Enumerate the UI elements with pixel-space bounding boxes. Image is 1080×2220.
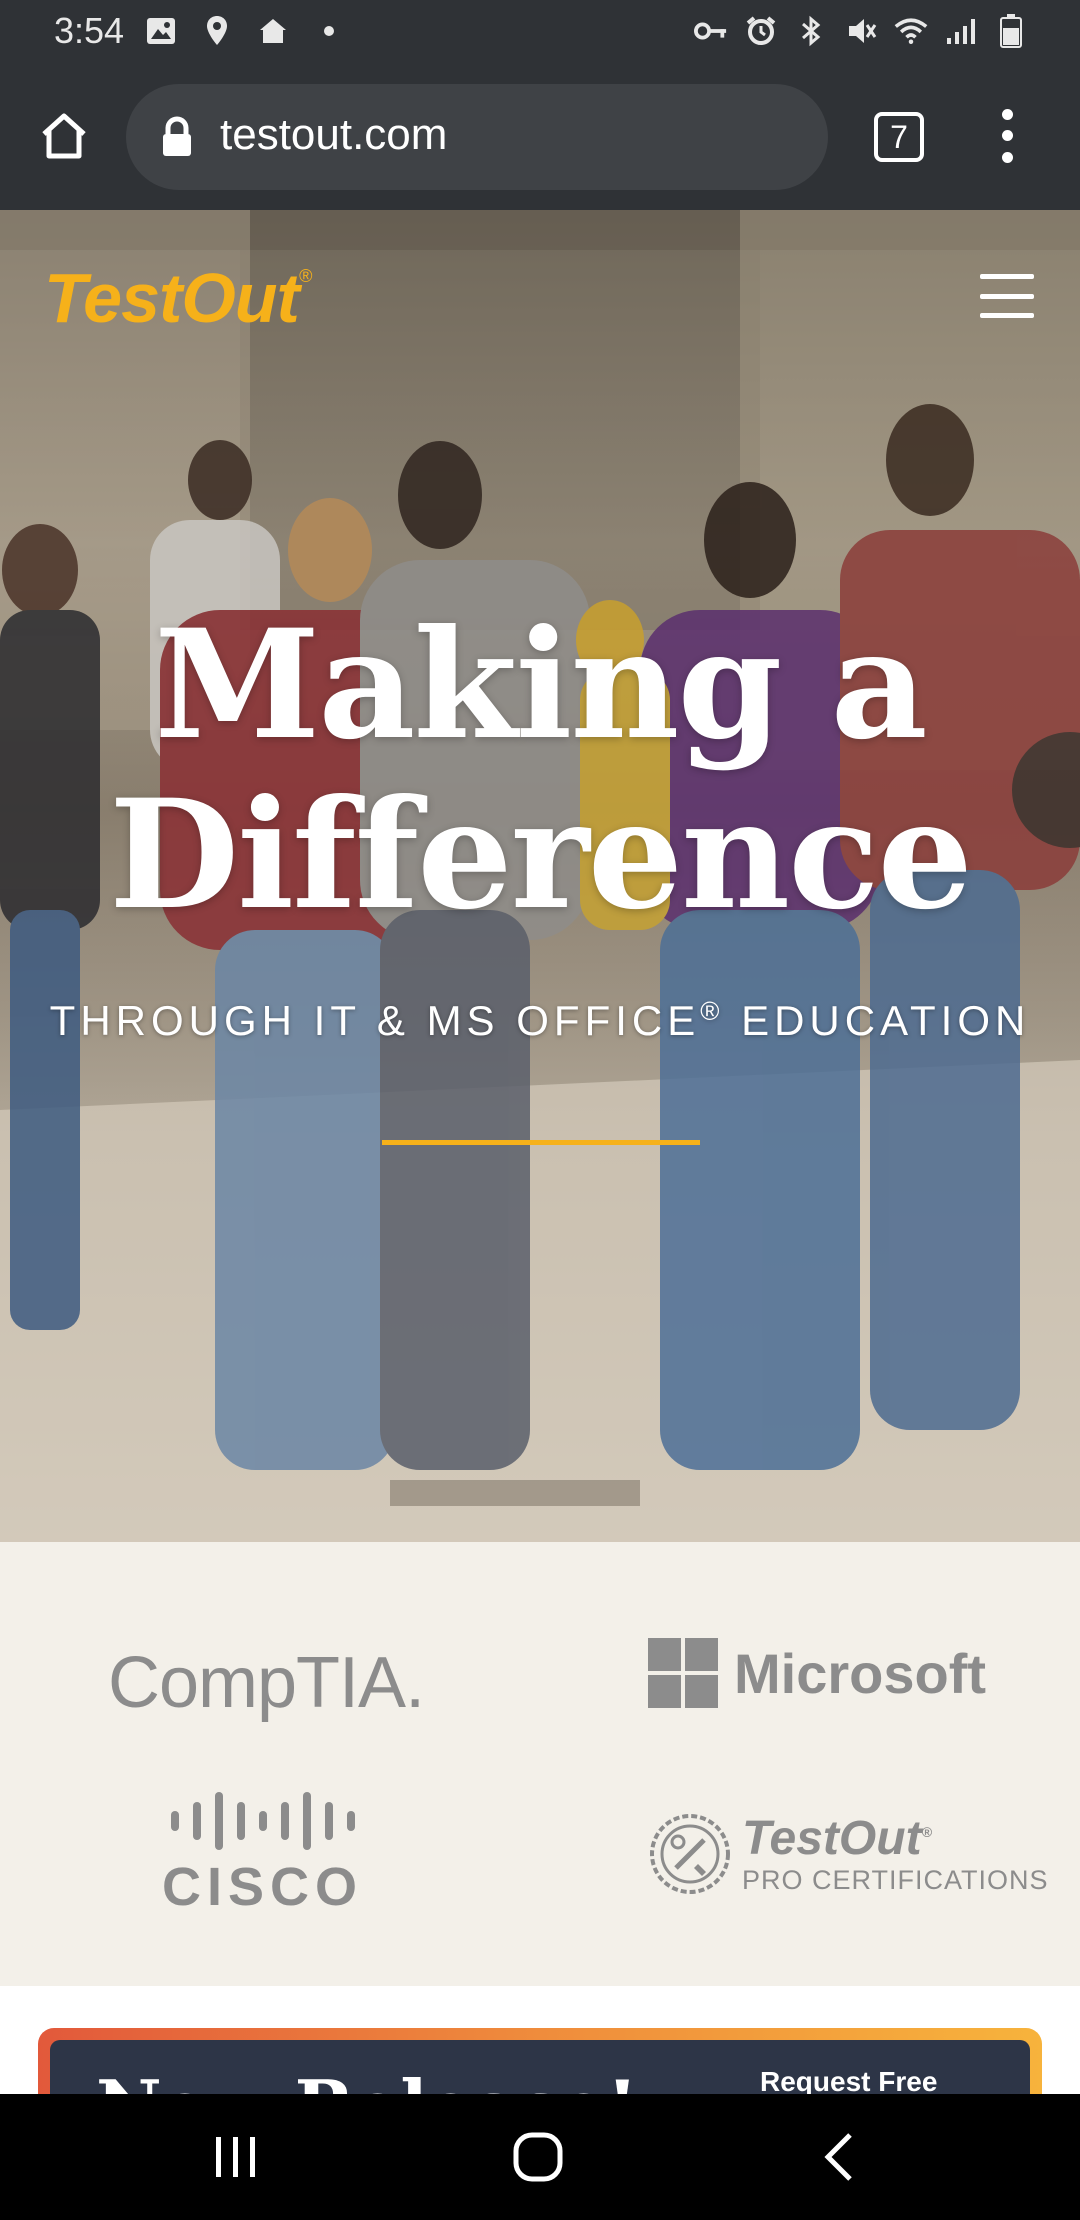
status-time: 3:54 [54, 10, 125, 51]
testout-pro-logo: TestOut® PRO CERTIFICATIONS [648, 1812, 1049, 1896]
back-icon[interactable] [810, 2127, 870, 2187]
microsoft-logo: Microsoft [648, 1638, 986, 1708]
cisco-bars-icon [170, 1790, 355, 1852]
address-bar[interactable]: testout.com [126, 84, 828, 190]
certification-badge-icon [650, 1814, 730, 1894]
microsoft-grid-icon [648, 1638, 718, 1708]
testout-logo[interactable]: TestOut® [44, 258, 312, 338]
partner-logos: CompTIA. Microsoft CISCO TestOut® PRO CE… [0, 1542, 1080, 1986]
hero-subtitle: THROUGH IT & MS OFFICE® EDUCATION [49, 996, 1031, 1044]
home-notification-icon [256, 14, 290, 48]
key-icon [694, 14, 728, 48]
browser-toolbar: testout.com 7 [0, 64, 1080, 210]
url-text: testout.com [220, 110, 448, 159]
image-icon [144, 14, 178, 48]
release-title: New Release! [96, 2064, 638, 2094]
location-icon [200, 14, 234, 48]
home-icon[interactable] [32, 104, 96, 168]
bluetooth-icon [794, 14, 828, 48]
system-nav-bar [0, 2094, 1080, 2220]
request-free-button[interactable]: Request Free [760, 2066, 937, 2094]
alarm-icon [744, 14, 778, 48]
hero-title: Making a Difference [0, 600, 1080, 940]
tab-switcher-button[interactable]: 7 [874, 112, 924, 162]
overflow-menu-icon[interactable] [990, 104, 1024, 168]
release-banner-section: New Release! Request Free [0, 1986, 1080, 2094]
cisco-logo: CISCO [162, 1790, 363, 1918]
wifi-icon [894, 14, 928, 48]
home-button-icon[interactable] [508, 2127, 568, 2187]
recents-icon[interactable] [206, 2127, 266, 2187]
lock-icon [160, 116, 194, 158]
battery-icon [994, 14, 1028, 48]
status-bar: 3:54 [0, 0, 1080, 64]
hero-title-line1: Making a [154, 597, 928, 773]
hero-section: TestOut® Making a Difference THROUGH IT … [0, 210, 1080, 1542]
hero-title-line2: Difference [109, 767, 973, 943]
release-banner[interactable]: New Release! Request Free [38, 2028, 1042, 2094]
comptia-logo: CompTIA. [108, 1643, 425, 1723]
dot-icon [312, 14, 346, 48]
signal-icon [944, 14, 978, 48]
hero-accent-rule [382, 1140, 700, 1145]
hamburger-menu-icon[interactable] [980, 274, 1034, 318]
mute-icon [844, 14, 878, 48]
